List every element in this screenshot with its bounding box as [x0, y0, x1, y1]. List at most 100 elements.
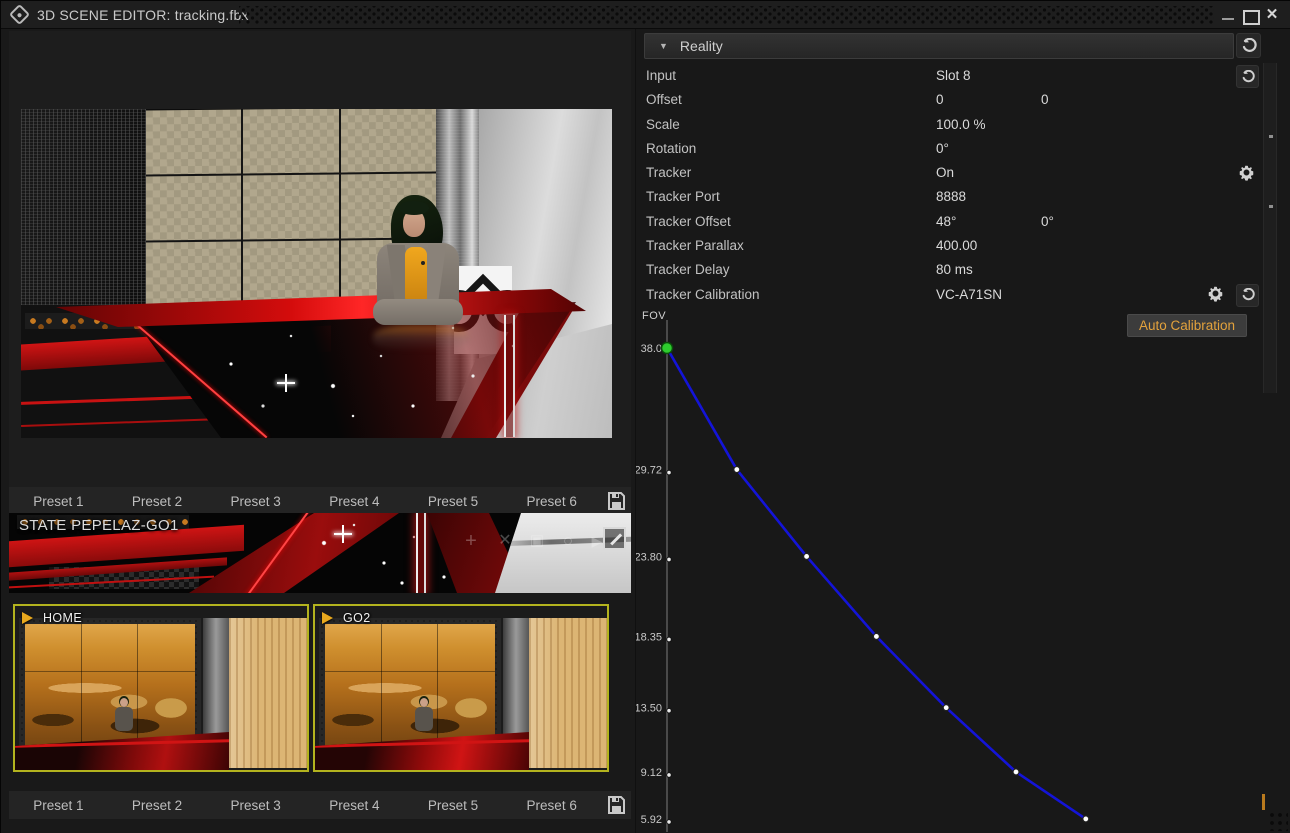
preset-bar-bottom: Preset 1 Preset 2 Preset 3 Preset 4 Pres… — [9, 791, 631, 819]
calibration-point[interactable] — [804, 553, 810, 559]
preset-3-button[interactable]: Preset 3 — [206, 494, 305, 509]
minimize-button[interactable] — [1220, 7, 1238, 23]
desk-light-tube — [504, 315, 515, 437]
property-row-tracker-port: Tracker Port 8888 — [636, 186, 1290, 210]
preset-bar-top: Preset 1 Preset 2 Preset 3 Preset 4 Pres… — [9, 487, 631, 515]
star-sparkle — [277, 374, 295, 392]
auto-calibration-button[interactable]: Auto Calibration — [1127, 314, 1247, 337]
fov-tick-label: 29.72 — [636, 465, 662, 477]
property-row-tracker-offset: Tracker Offset 48° 0° — [636, 211, 1290, 235]
scene-thumbnail-go2[interactable]: GO2 — [313, 604, 609, 772]
wood-panel — [229, 618, 307, 768]
tracker-settings-gear-icon[interactable] — [1236, 162, 1256, 182]
play-icon[interactable] — [22, 612, 33, 624]
fov-tick-label: 38.0 — [641, 343, 662, 355]
calibration-point[interactable] — [1083, 816, 1089, 822]
tracker-offset-tilt-value[interactable]: 0° — [1041, 214, 1054, 229]
mesh-wall — [21, 109, 146, 305]
presenter-small — [413, 698, 435, 734]
app-window: 3D SCENE EDITOR: tracking.fbx ✕ — [0, 0, 1290, 833]
chevron-down-icon: ▼ — [659, 41, 668, 51]
state-strip[interactable]: STATE PEPELAZ-GO1 + ✕ ▣ ○ ▶ — [9, 513, 631, 593]
studio-preview — [21, 109, 612, 438]
fov-tick-label: 23.80 — [636, 551, 662, 563]
state-name-label: STATE PEPELAZ-GO1 — [19, 517, 179, 534]
preset-2-button[interactable]: Preset 2 — [108, 494, 207, 509]
reset-calibration-button[interactable] — [1236, 284, 1259, 307]
title-bar[interactable]: 3D SCENE EDITOR: tracking.fbx ✕ — [1, 1, 1290, 29]
preset-2-button[interactable]: Preset 2 — [108, 798, 207, 813]
preset-6-button[interactable]: Preset 6 — [502, 798, 601, 813]
fov-tick-label: 9.12 — [641, 767, 662, 779]
tracker-calibration-value[interactable]: VC-A71SN — [936, 287, 1002, 302]
preset-5-button[interactable]: Preset 5 — [404, 798, 503, 813]
presenter — [369, 195, 473, 335]
save-presets-icon[interactable] — [601, 793, 631, 817]
calibration-settings-gear-icon[interactable] — [1205, 284, 1225, 304]
input-value[interactable]: Slot 8 — [936, 68, 971, 83]
property-rows: Input Slot 8 Offset 0 0 Scale 100.0 % Ro… — [636, 65, 1290, 308]
scale-value[interactable]: 100.0 % — [936, 117, 986, 132]
calibration-point[interactable] — [734, 467, 740, 473]
calibration-point[interactable] — [873, 633, 879, 639]
calibration-start-point[interactable] — [662, 343, 673, 354]
preset-4-button[interactable]: Preset 4 — [305, 494, 404, 509]
preset-3-button[interactable]: Preset 3 — [206, 798, 305, 813]
maximize-button[interactable] — [1241, 7, 1259, 23]
properties-panel: ▼ Reality Input Slot 8 Offset 0 0 Scale … — [636, 29, 1290, 833]
refresh-state-icon[interactable]: ○ — [556, 529, 580, 553]
window-title: 3D SCENE EDITOR: tracking.fbx — [37, 7, 249, 23]
tracker-port-value[interactable]: 8888 — [936, 189, 966, 204]
calibration-point[interactable] — [1013, 769, 1019, 775]
preset-1-button[interactable]: Preset 1 — [9, 494, 108, 509]
preset-6-button[interactable]: Preset 6 — [502, 494, 601, 509]
offset-x-value[interactable]: 0 — [936, 92, 944, 107]
wood-panel — [529, 618, 607, 768]
reset-input-button[interactable] — [1236, 65, 1259, 88]
drag-handle-dots[interactable] — [239, 6, 1214, 24]
save-presets-icon[interactable] — [601, 489, 631, 513]
delete-state-icon[interactable]: ✕ — [493, 529, 517, 553]
reality-section-header[interactable]: ▼ Reality — [644, 33, 1234, 59]
resize-grip[interactable] — [1268, 811, 1288, 831]
edit-state-icon[interactable] — [603, 527, 626, 550]
property-row-offset: Offset 0 0 — [636, 89, 1290, 113]
fov-curve-svg[interactable]: FOV 38.0 29.72 23.80 18.35 13.50 9.12 5.92 — [636, 306, 1290, 833]
scene-thumbnail-home[interactable]: HOME — [13, 604, 309, 772]
property-row-tracker: Tracker On — [636, 162, 1290, 186]
fov-calibration-chart[interactable]: FOV 38.0 29.72 23.80 18.35 13.50 9.12 5.92 Auto… — [636, 306, 1290, 833]
preset-5-button[interactable]: Preset 5 — [404, 494, 503, 509]
tracker-parallax-value[interactable]: 400.00 — [936, 238, 977, 253]
thumbnail-label: GO2 — [343, 611, 371, 625]
app-logo-icon — [9, 4, 30, 25]
rotation-value[interactable]: 0° — [936, 141, 949, 156]
play-icon[interactable] — [322, 612, 333, 624]
fov-tick-label: 5.92 — [641, 814, 662, 826]
scroll-marker — [1262, 794, 1265, 810]
reset-section-button[interactable] — [1236, 33, 1261, 58]
tracker-offset-pan-value[interactable]: 48° — [936, 214, 956, 229]
tracker-toggle-value[interactable]: On — [936, 165, 954, 180]
tracker-delay-value[interactable]: 80 ms — [936, 262, 973, 277]
lapel-mic — [421, 261, 425, 265]
add-state-icon[interactable]: + — [459, 529, 483, 553]
preset-4-button[interactable]: Preset 4 — [305, 798, 404, 813]
fov-tick-label: 18.35 — [636, 631, 662, 643]
offset-y-value[interactable]: 0 — [1041, 92, 1049, 107]
calibration-point[interactable] — [943, 705, 949, 711]
fov-tick-label: 13.50 — [636, 703, 662, 715]
left-panel: Preset 1 Preset 2 Preset 3 Preset 4 Pres… — [1, 29, 636, 833]
thumbnail-label: HOME — [43, 611, 82, 625]
presenter-small — [113, 698, 135, 734]
3d-viewport[interactable] — [9, 31, 631, 487]
close-button[interactable]: ✕ — [1263, 7, 1281, 23]
scrollbar-track[interactable] — [1263, 63, 1277, 393]
property-row-rotation: Rotation 0° — [636, 138, 1290, 162]
save-state-icon[interactable]: ▣ — [525, 529, 549, 553]
preset-1-button[interactable]: Preset 1 — [9, 798, 108, 813]
fov-axis-label: FOV — [642, 310, 666, 322]
property-row-input: Input Slot 8 — [636, 65, 1290, 89]
section-title: Reality — [680, 38, 723, 54]
property-row-tracker-parallax: Tracker Parallax 400.00 — [636, 235, 1290, 259]
property-row-tracker-calibration: Tracker Calibration VC-A71SN — [636, 284, 1290, 308]
